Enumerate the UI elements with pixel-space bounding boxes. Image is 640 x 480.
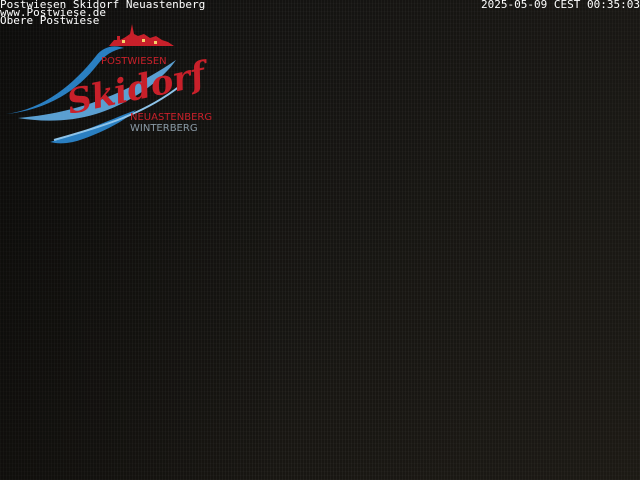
logo-subtext-1: NEUASTENBERG xyxy=(130,112,212,123)
skidorf-logo: POSTWIESEN Skidorf NEUASTENBERG WINTERBE… xyxy=(6,24,214,144)
logo-subtext-2: WINTERBERG xyxy=(130,123,198,134)
village-silhouette xyxy=(109,24,174,46)
caption-timestamp: 2025-05-09 CEST 00:35:03 xyxy=(481,0,640,11)
webcam-image: Postwiesen Skidorf Neuastenberg www.Post… xyxy=(0,0,640,480)
